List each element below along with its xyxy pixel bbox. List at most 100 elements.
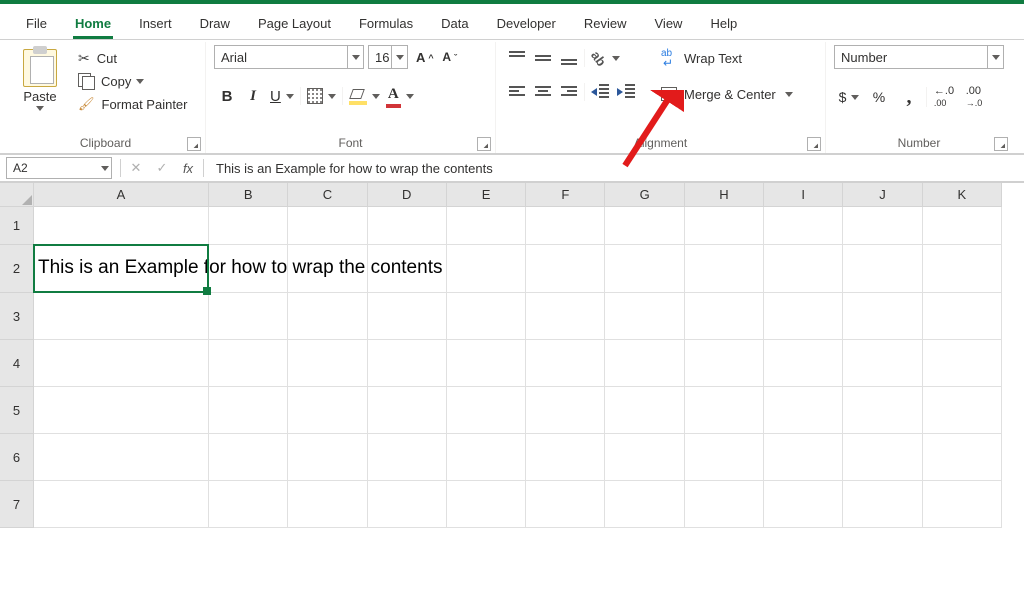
increase-indent-button[interactable] <box>613 79 639 105</box>
cell-F6[interactable] <box>526 434 605 481</box>
cell-I3[interactable] <box>764 293 843 340</box>
name-box[interactable]: A2 <box>6 157 112 179</box>
decrease-font-size-button[interactable]: Aˇ <box>438 45 462 69</box>
row-header-6[interactable]: 6 <box>0 434 34 481</box>
align-bottom-button[interactable] <box>556 45 582 71</box>
increase-font-size-button[interactable]: A^ <box>412 45 438 69</box>
cell-C7[interactable] <box>288 481 367 528</box>
cell-G5[interactable] <box>605 387 684 434</box>
row-header-1[interactable]: 1 <box>0 207 34 245</box>
cell-I6[interactable] <box>764 434 843 481</box>
cell-F4[interactable] <box>526 340 605 387</box>
cell-E6[interactable] <box>447 434 526 481</box>
col-header-E[interactable]: E <box>447 183 526 207</box>
cell-H3[interactable] <box>685 293 764 340</box>
cell-K4[interactable] <box>923 340 1002 387</box>
cell-J3[interactable] <box>843 293 922 340</box>
cell-K2[interactable] <box>923 245 1002 293</box>
fill-color-button[interactable] <box>345 83 384 109</box>
col-header-A[interactable]: A <box>34 183 209 207</box>
cell-E5[interactable] <box>447 387 526 434</box>
cell-B4[interactable] <box>209 340 288 387</box>
cell-C6[interactable] <box>288 434 367 481</box>
decrease-indent-button[interactable] <box>587 79 613 105</box>
grid-body[interactable]: This is an Example for how to wrap the c… <box>34 207 1024 599</box>
cell-F2[interactable] <box>526 245 605 293</box>
align-left-button[interactable] <box>504 79 530 105</box>
cell-A3[interactable] <box>34 293 209 340</box>
borders-button[interactable] <box>303 83 340 109</box>
font-color-button[interactable]: A <box>384 83 418 109</box>
row-header-5[interactable]: 5 <box>0 387 34 434</box>
align-right-button[interactable] <box>556 79 582 105</box>
cell-E2[interactable] <box>447 245 526 293</box>
cell-F1[interactable] <box>526 207 605 245</box>
cell-D4[interactable] <box>368 340 447 387</box>
cell-B1[interactable] <box>209 207 288 245</box>
cell-C4[interactable] <box>288 340 367 387</box>
font-size-combo[interactable]: 16 <box>368 45 408 69</box>
cell-F3[interactable] <box>526 293 605 340</box>
align-center-button[interactable] <box>530 79 556 105</box>
cell-H1[interactable] <box>685 207 764 245</box>
cell-G1[interactable] <box>605 207 684 245</box>
cell-G4[interactable] <box>605 340 684 387</box>
cell-H2[interactable] <box>685 245 764 293</box>
cell-B6[interactable] <box>209 434 288 481</box>
cell-K1[interactable] <box>923 207 1002 245</box>
col-header-D[interactable]: D <box>368 183 447 207</box>
tab-file[interactable]: File <box>14 10 59 39</box>
font-launcher[interactable] <box>477 137 491 151</box>
cell-G3[interactable] <box>605 293 684 340</box>
cell-I7[interactable] <box>764 481 843 528</box>
align-middle-button[interactable] <box>530 45 556 71</box>
cell-E3[interactable] <box>447 293 526 340</box>
cell-D3[interactable] <box>368 293 447 340</box>
cell-F5[interactable] <box>526 387 605 434</box>
copy-button[interactable]: Copy <box>72 70 194 92</box>
tab-data[interactable]: Data <box>429 10 480 39</box>
cell-I4[interactable] <box>764 340 843 387</box>
tab-draw[interactable]: Draw <box>188 10 242 39</box>
row-header-4[interactable]: 4 <box>0 340 34 387</box>
cell-D2[interactable] <box>368 245 447 293</box>
cell-E4[interactable] <box>447 340 526 387</box>
orientation-button[interactable]: ab <box>587 45 624 71</box>
cell-K5[interactable] <box>923 387 1002 434</box>
cut-button[interactable]: Cut <box>72 47 194 69</box>
cell-C1[interactable] <box>288 207 367 245</box>
tab-view[interactable]: View <box>643 10 695 39</box>
paste-button[interactable] <box>23 49 57 87</box>
tab-developer[interactable]: Developer <box>485 10 568 39</box>
tab-page-layout[interactable]: Page Layout <box>246 10 343 39</box>
col-header-H[interactable]: H <box>685 183 764 207</box>
col-header-B[interactable]: B <box>209 183 288 207</box>
cell-B7[interactable] <box>209 481 288 528</box>
cell-E7[interactable] <box>447 481 526 528</box>
cell-A1[interactable] <box>34 207 209 245</box>
col-header-C[interactable]: C <box>288 183 367 207</box>
italic-button[interactable]: I <box>240 83 266 109</box>
cell-A7[interactable] <box>34 481 209 528</box>
cell-A4[interactable] <box>34 340 209 387</box>
cell-D7[interactable] <box>368 481 447 528</box>
select-all-button[interactable] <box>0 183 34 207</box>
clipboard-launcher[interactable] <box>187 137 201 151</box>
comma-format-button[interactable]: , <box>894 83 924 111</box>
cell-H4[interactable] <box>685 340 764 387</box>
cell-A2[interactable] <box>34 245 209 293</box>
percent-format-button[interactable]: % <box>864 83 894 111</box>
cell-B2[interactable] <box>209 245 288 293</box>
cell-H7[interactable] <box>685 481 764 528</box>
cell-D6[interactable] <box>368 434 447 481</box>
cell-C5[interactable] <box>288 387 367 434</box>
cell-J4[interactable] <box>843 340 922 387</box>
cell-I1[interactable] <box>764 207 843 245</box>
cell-K3[interactable] <box>923 293 1002 340</box>
col-header-F[interactable]: F <box>526 183 605 207</box>
cell-J1[interactable] <box>843 207 922 245</box>
cell-C3[interactable] <box>288 293 367 340</box>
cell-G7[interactable] <box>605 481 684 528</box>
format-painter-button[interactable]: Format Painter <box>72 93 194 115</box>
cell-A6[interactable] <box>34 434 209 481</box>
